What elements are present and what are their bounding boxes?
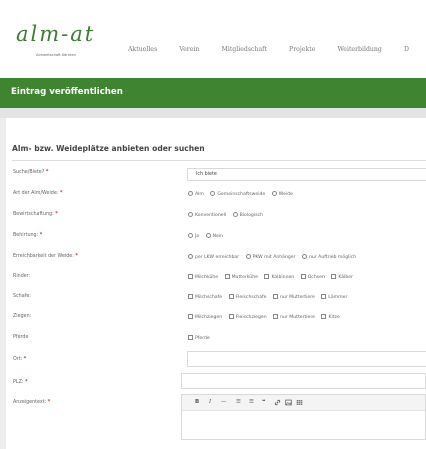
ziegen-checkbox-group: Milchziegen Fleischziegen nur Muttertier… (188, 314, 345, 320)
page-banner: Eintrag veröffentlichen (0, 78, 426, 108)
nav-item-mitgliedschaft[interactable]: Mitgliedschaft (222, 46, 267, 53)
site-header: alm-at Almwirtschaft Kärnten Aktuelles V… (0, 0, 426, 78)
table-icon[interactable] (296, 399, 303, 408)
checkbox-ochsen[interactable]: Ochsen (300, 274, 325, 280)
checkbox-kalbinnen[interactable]: Kalbinnen (264, 274, 294, 280)
bewirtschaftung-label: Bewirtschaftung: * (13, 212, 58, 217)
required-marker: * (47, 400, 51, 405)
rinder-row: Rinder: Milchkühe Mutterkühe Kalbinnen O… (6, 271, 426, 285)
radio-biologisch[interactable]: Biologisch (232, 212, 263, 218)
required-marker: * (75, 254, 78, 259)
pferde-row: Pferde Pferde (6, 332, 426, 346)
required-marker: * (23, 357, 27, 362)
pferde-checkbox-group: Pferde (188, 335, 215, 341)
radio-konventionell[interactable]: Konventionell (188, 212, 226, 218)
checkbox-laemmer[interactable]: Lämmer (321, 294, 347, 300)
bullet-list-icon[interactable]: ☰ (236, 399, 241, 405)
art-label: Art der Alm/Weide: * (13, 191, 63, 196)
schafe-checkbox-group: Milchschafe Fleischschafe nur Muttertier… (188, 294, 352, 300)
checkbox-fleischschafe[interactable]: Fleischschafe (228, 294, 266, 300)
checkbox-mutterkuehe[interactable]: Mutterkühe (224, 274, 258, 280)
required-marker: * (59, 191, 63, 196)
pferde-label: Pferde (13, 335, 29, 340)
radio-gemeinschaftsweide[interactable]: Gemeinschaftsweide (210, 191, 265, 197)
behirtung-radio-group: Ja Nein (188, 233, 228, 239)
ort-label: Ort: * (13, 357, 27, 362)
nav-item-aktuelles[interactable]: Aktuelles (128, 46, 157, 53)
required-marker: * (39, 233, 43, 238)
erreichbarkeit-label: Erreichbarkeit der Weide: * (13, 254, 78, 259)
horizontal-rule-icon[interactable]: — (221, 399, 227, 405)
rinder-label: Rinder: (13, 274, 31, 279)
link-icon[interactable] (274, 399, 281, 408)
checkbox-pferde[interactable]: Pferde (188, 335, 210, 341)
radio-alm[interactable]: Alm (188, 191, 204, 197)
radio-pkw-anhaenger[interactable]: PKW mit Anhänger (245, 254, 296, 260)
behirtung-label: Behirtung: * (13, 233, 43, 238)
art-row: Art der Alm/Weide: * Alm Gemeinschaftswe… (6, 188, 426, 202)
rinder-checkbox-group: Milchkühe Mutterkühe Kalbinnen Ochsen Kä… (188, 274, 358, 280)
nav-item-projekte[interactable]: Projekte (289, 46, 315, 53)
erreichbarkeit-row: Erreichbarkeit der Weide: * per LKW erre… (6, 251, 426, 265)
radio-weide[interactable]: Weide (271, 191, 293, 197)
checkbox-fleischziegen[interactable]: Fleischziegen (228, 314, 267, 320)
radio-lkw[interactable]: per LKW erreichbar (188, 254, 239, 260)
radio-nein[interactable]: Nein (205, 233, 223, 239)
suche-biete-label: Suche/Biete? * (13, 170, 49, 175)
bewirtschaftung-radio-group: Konventionell Biologisch (188, 212, 268, 218)
main-navigation: Aktuelles Verein Mitgliedschaft Projekte… (128, 36, 426, 55)
required-marker: * (25, 380, 28, 385)
logo-wordmark: alm-at (16, 22, 96, 46)
bold-icon[interactable]: B (195, 399, 199, 405)
nav-item-weiterbildung[interactable]: Weiterbildung (337, 46, 381, 53)
logo-tagline: Almwirtschaft Kärnten (36, 53, 76, 57)
ort-input[interactable] (187, 351, 426, 367)
radio-ja[interactable]: Ja (188, 233, 199, 239)
quote-icon[interactable]: ❝ (262, 399, 265, 405)
erreichbarkeit-radio-group: per LKW erreichbar PKW mit Anhänger nur … (188, 254, 361, 260)
checkbox-milchschafe[interactable]: Milchschafe (188, 294, 222, 300)
radio-nur-auftrieb[interactable]: nur Auftrieb möglich (302, 254, 356, 260)
checkbox-milchkuehe[interactable]: Milchkühe (188, 274, 218, 280)
checkbox-schafe-muttertiere[interactable]: nur Muttertiere (272, 294, 315, 300)
image-icon[interactable] (285, 399, 292, 408)
editor-toolbar: B I — ☰ ☰ ❝ (182, 395, 425, 411)
banner-separator (0, 108, 426, 118)
section-divider (12, 160, 426, 161)
ziegen-label: Ziegen: (13, 314, 32, 319)
behirtung-row: Behirtung: * Ja Nein (6, 230, 426, 244)
schafe-label: Schafe: (13, 294, 31, 299)
plz-input[interactable] (181, 373, 426, 389)
nav-item-truncated[interactable]: D (404, 46, 409, 53)
page-title: Eintrag veröffentlichen (11, 87, 123, 97)
suche-biete-value: Ich biete (196, 172, 217, 177)
art-radio-group: Alm Gemeinschaftsweide Weide (188, 191, 298, 197)
form-section-title: Alm- bzw. Weideplätze anbieten oder such… (12, 144, 205, 153)
schafe-row: Schafe: Milchschafe Fleischschafe nur Mu… (6, 291, 426, 305)
ziegen-row: Ziegen: Milchziegen Fleischziegen nur Mu… (6, 311, 426, 325)
required-marker: * (45, 170, 49, 175)
numbered-list-icon[interactable]: ☰ (249, 399, 254, 405)
italic-icon[interactable]: I (209, 399, 211, 405)
checkbox-kitze[interactable]: Kitze (321, 314, 340, 320)
bewirtschaftung-row: Bewirtschaftung: * Konventionell Biologi… (6, 209, 426, 223)
anzeigentext-editor[interactable]: B I — ☰ ☰ ❝ (181, 394, 426, 440)
anzeigentext-label: Anzeigentext: * (13, 400, 51, 405)
checkbox-milchziegen[interactable]: Milchziegen (188, 314, 222, 320)
nav-item-verein[interactable]: Verein (179, 46, 199, 53)
checkbox-kaelber[interactable]: Kälber (331, 274, 353, 280)
site-logo[interactable]: alm-at Almwirtschaft Kärnten (16, 22, 116, 62)
required-marker: * (55, 212, 58, 217)
checkbox-ziegen-muttertiere[interactable]: nur Muttertiere (273, 314, 315, 320)
suche-biete-select[interactable]: Ich biete (187, 168, 426, 181)
plz-label: PLZ: * (13, 380, 28, 385)
